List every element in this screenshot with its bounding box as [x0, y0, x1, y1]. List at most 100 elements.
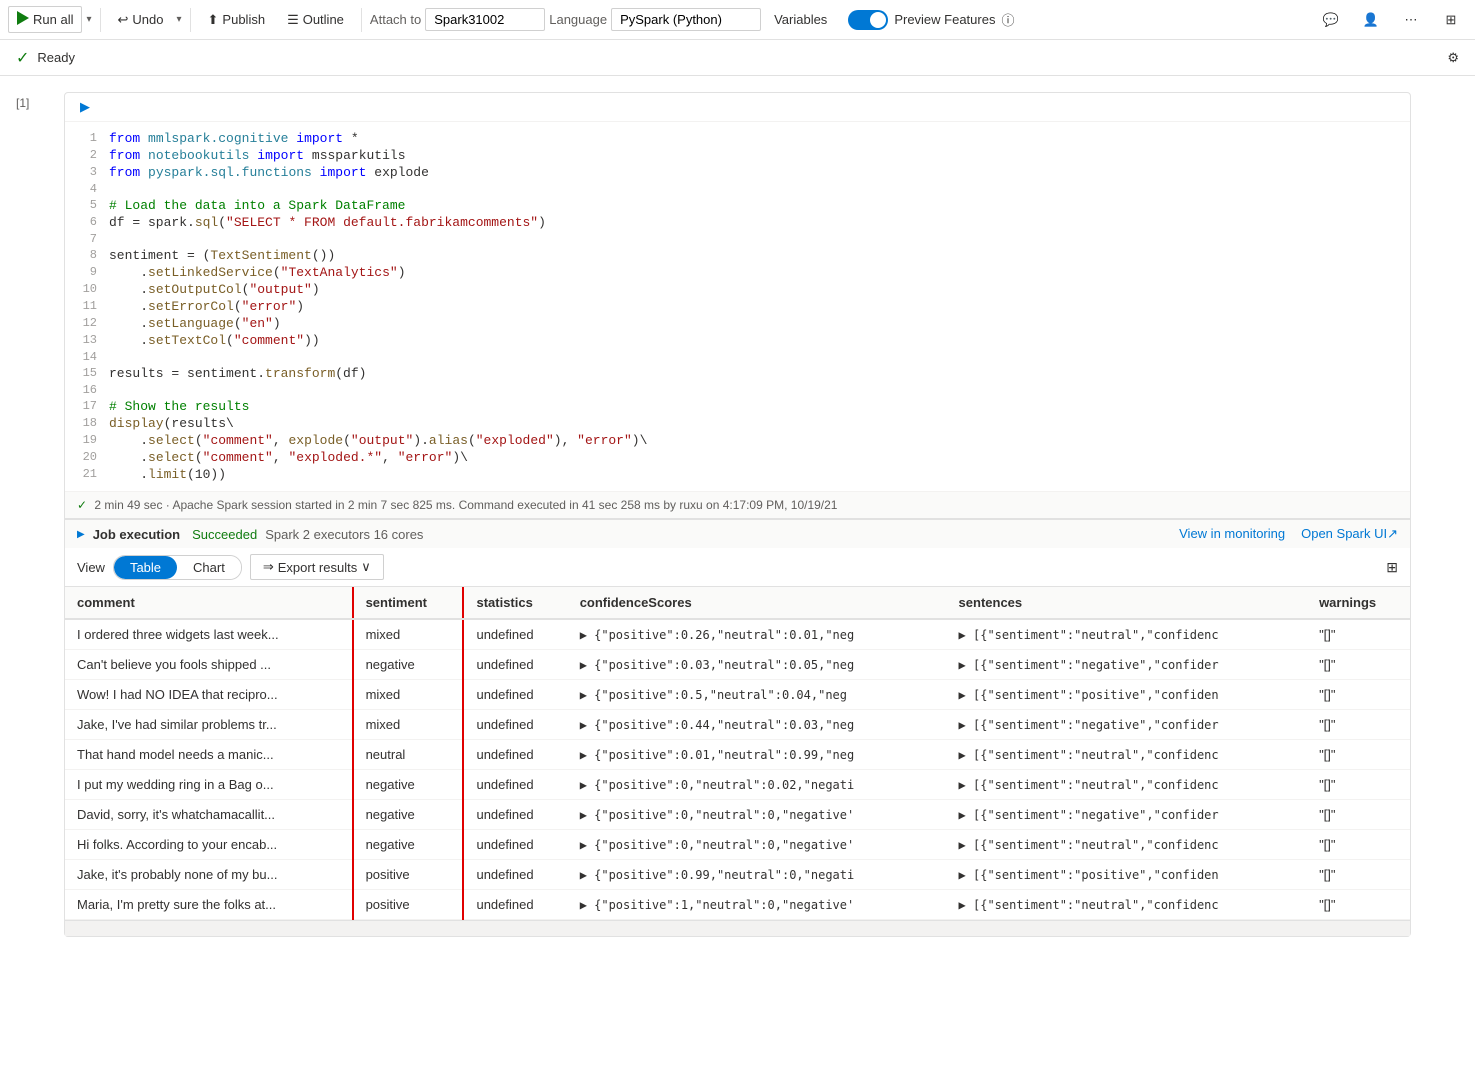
- job-links: View in monitoring Open Spark UI↗: [1179, 526, 1398, 542]
- table-tab[interactable]: Table: [114, 556, 177, 579]
- undo-button[interactable]: ↩ Undo: [109, 7, 173, 33]
- info-icon: ⓘ: [1001, 10, 1014, 29]
- publish-icon: ⬆: [208, 12, 219, 28]
- table-body: I ordered three widgets last week...mixe…: [65, 619, 1410, 920]
- code-line-5: 5 # Load the data into a Spark DataFrame: [65, 197, 1410, 214]
- cell-warnings-7: "[]": [1307, 830, 1410, 860]
- table-row: David, sorry, it's whatchamacallit...neg…: [65, 800, 1410, 830]
- notebook-wrapper: [1] ▶ 1 from mmlspark.cognitive import *…: [0, 76, 1475, 937]
- results-table: comment sentiment statistics confidenceS…: [65, 587, 1410, 920]
- main-toolbar: Run all ▾ ↩ Undo ▾ ⬆ Publish ☰ Outline A…: [0, 0, 1475, 40]
- cell-comment-3: Jake, I've had similar problems tr...: [65, 710, 353, 740]
- publish-button[interactable]: ⬆ Publish: [199, 7, 275, 33]
- toggle-knob: [870, 12, 886, 28]
- job-expand-arrow[interactable]: ▶: [77, 529, 85, 540]
- cell-confidenceScores-0: ▶ {"positive":0.26,"neutral":0.01,"neg: [568, 619, 947, 650]
- exec-check-icon: ✓: [77, 498, 87, 512]
- cell-statistics-8: undefined: [463, 860, 567, 890]
- table-row: Maria, I'm pretty sure the folks at...po…: [65, 890, 1410, 920]
- cell-confidenceScores-9: ▶ {"positive":1,"neutral":0,"negative': [568, 890, 947, 920]
- code-line-6: 6 df = spark.sql("SELECT * FROM default.…: [65, 214, 1410, 231]
- outline-label: Outline: [303, 12, 344, 27]
- code-line-14: 14: [65, 349, 1410, 365]
- cell-sentiment-7: negative: [353, 830, 464, 860]
- toolbar-divider-1: [100, 8, 101, 32]
- cell-statistics-3: undefined: [463, 710, 567, 740]
- cell-statistics-9: undefined: [463, 890, 567, 920]
- cell-comment-7: Hi folks. According to your encab...: [65, 830, 353, 860]
- cell-sentiment-8: positive: [353, 860, 464, 890]
- cell-warnings-0: "[]": [1307, 619, 1410, 650]
- attach-select[interactable]: Spark31002: [425, 8, 545, 31]
- cell-warnings-5: "[]": [1307, 770, 1410, 800]
- cell-warnings-1: "[]": [1307, 650, 1410, 680]
- table-row: I ordered three widgets last week...mixe…: [65, 619, 1410, 650]
- code-line-3: 3 from pyspark.sql.functions import expl…: [65, 164, 1410, 181]
- cell-comment-9: Maria, I'm pretty sure the folks at...: [65, 890, 353, 920]
- cell-sentiment-1: negative: [353, 650, 464, 680]
- comment-icon[interactable]: 💬: [1315, 4, 1347, 36]
- status-settings-icon[interactable]: ⚙: [1447, 50, 1459, 66]
- cell-sentences-7: ▶ [{"sentiment":"neutral","confidenc: [947, 830, 1308, 860]
- data-table-container: comment sentiment statistics confidenceS…: [65, 587, 1410, 920]
- cell-statistics-2: undefined: [463, 680, 567, 710]
- cell-warnings-8: "[]": [1307, 860, 1410, 890]
- open-spark-ui-link[interactable]: Open Spark UI↗: [1301, 526, 1398, 542]
- view-monitoring-link[interactable]: View in monitoring: [1179, 526, 1285, 542]
- view-tabs: Table Chart: [113, 555, 242, 580]
- table-row: Hi folks. According to your encab...nega…: [65, 830, 1410, 860]
- output-section: ▶ Job execution Succeeded Spark 2 execut…: [65, 518, 1410, 936]
- run-all-label: Run all: [33, 12, 73, 27]
- code-line-12: 12 .setLanguage("en"): [65, 315, 1410, 332]
- cell-sentences-8: ▶ [{"sentiment":"positive","confiden: [947, 860, 1308, 890]
- undo-label: Undo: [132, 12, 163, 27]
- language-select[interactable]: PySpark (Python): [611, 8, 761, 31]
- grid-settings-icon[interactable]: ⊞: [1386, 559, 1398, 575]
- cell-sentiment-4: neutral: [353, 740, 464, 770]
- code-line-9: 9 .setLinkedService("TextAnalytics"): [65, 264, 1410, 281]
- preview-toggle-switch[interactable]: [848, 10, 888, 30]
- code-line-18: 18 display(results\: [65, 415, 1410, 432]
- layout-icon[interactable]: ⊞: [1435, 4, 1467, 36]
- job-detail-label: Spark 2 executors 16 cores: [265, 527, 423, 542]
- cell-confidenceScores-8: ▶ {"positive":0.99,"neutral":0,"negati: [568, 860, 947, 890]
- toolbar-divider-2: [190, 8, 191, 32]
- code-line-1: 1 from mmlspark.cognitive import *: [65, 130, 1410, 147]
- code-editor[interactable]: 1 from mmlspark.cognitive import * 2 fro…: [65, 122, 1410, 491]
- publish-label: Publish: [222, 12, 265, 27]
- cell-confidenceScores-2: ▶ {"positive":0.5,"neutral":0.04,"neg: [568, 680, 947, 710]
- job-execution-label: Job execution: [93, 527, 180, 542]
- run-all-button[interactable]: Run all: [8, 6, 82, 33]
- cell-comment-0: I ordered three widgets last week...: [65, 619, 353, 650]
- variables-button[interactable]: Variables: [765, 7, 836, 32]
- undo-dropdown-arrow[interactable]: ▾: [176, 14, 181, 25]
- run-all-dropdown-arrow[interactable]: ▾: [86, 14, 91, 25]
- job-bar: ▶ Job execution Succeeded Spark 2 execut…: [65, 519, 1410, 548]
- export-results-button[interactable]: ⇒ Export results ∨: [250, 554, 384, 580]
- export-results-label: Export results: [278, 560, 357, 575]
- cell-sentences-2: ▶ [{"sentiment":"positive","confiden: [947, 680, 1308, 710]
- col-comment: comment: [65, 587, 353, 619]
- chart-tab[interactable]: Chart: [177, 556, 241, 579]
- cell-comment-2: Wow! I had NO IDEA that recipro...: [65, 680, 353, 710]
- cell-sentences-9: ▶ [{"sentiment":"neutral","confidenc: [947, 890, 1308, 920]
- table-row: Jake, it's probably none of my bu...posi…: [65, 860, 1410, 890]
- cell-sentences-0: ▶ [{"sentiment":"neutral","confidenc: [947, 619, 1308, 650]
- cell-confidenceScores-1: ▶ {"positive":0.03,"neutral":0.05,"neg: [568, 650, 947, 680]
- table-head: comment sentiment statistics confidenceS…: [65, 587, 1410, 619]
- horizontal-scrollbar[interactable]: [65, 920, 1410, 936]
- more-options-icon[interactable]: ⋯: [1395, 4, 1427, 36]
- outline-button[interactable]: ☰ Outline: [278, 7, 353, 33]
- code-line-19: 19 .select("comment", explode("output").…: [65, 432, 1410, 449]
- cell-statistics-5: undefined: [463, 770, 567, 800]
- cell-run-button[interactable]: ▶: [73, 95, 97, 119]
- attach-to-label: Attach to: [370, 12, 421, 27]
- notebook-area: [1] ▶ 1 from mmlspark.cognitive import *…: [0, 76, 1475, 1076]
- cell-confidenceScores-7: ▶ {"positive":0,"neutral":0,"negative': [568, 830, 947, 860]
- cell-comment-5: I put my wedding ring in a Bag o...: [65, 770, 353, 800]
- person-icon[interactable]: 👤: [1355, 4, 1387, 36]
- cell-sentiment-2: mixed: [353, 680, 464, 710]
- code-line-8: 8 sentiment = (TextSentiment()): [65, 247, 1410, 264]
- table-row: Jake, I've had similar problems tr...mix…: [65, 710, 1410, 740]
- table-row: Wow! I had NO IDEA that recipro...mixedu…: [65, 680, 1410, 710]
